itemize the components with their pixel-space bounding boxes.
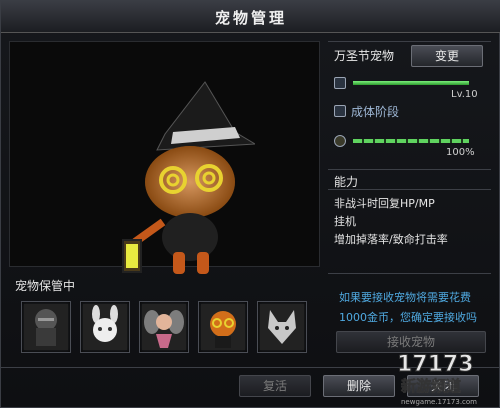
ability-divider bbox=[328, 189, 491, 190]
level-bar-fill bbox=[353, 81, 469, 85]
revive-button[interactable]: 复活 bbox=[239, 375, 311, 397]
watermark-logo: 17173 新游频道 newgame.17173.com bbox=[397, 352, 478, 407]
stamina-bar-fill bbox=[353, 139, 469, 143]
stamina-text: 100% bbox=[446, 147, 475, 158]
pet-slot-fairy[interactable] bbox=[139, 301, 189, 353]
stage-icon bbox=[334, 105, 346, 117]
white-rabbit-icon bbox=[83, 304, 127, 350]
pet-management-window: 宠物管理 宠物保管中 万圣节宠物 变更 Lv.10 成体阶段 100% 能力 非… bbox=[0, 0, 500, 408]
ability-title: 能力 bbox=[334, 175, 359, 189]
ability-line: 增加掉落率/致命打击率 bbox=[334, 233, 448, 246]
halloween-pet-figure bbox=[122, 81, 255, 274]
ability-line: 非战斗时回复HP/MP bbox=[334, 197, 435, 210]
receive-info-line2: 1000金币，您确定要接收吗 bbox=[339, 311, 477, 324]
panel-top-border bbox=[328, 41, 491, 42]
watermark-subtitle: 新游频道 bbox=[401, 377, 461, 395]
pet-slot-pumpkin[interactable] bbox=[198, 301, 248, 353]
fairy-icon bbox=[142, 304, 186, 350]
armored-knight-icon bbox=[24, 304, 68, 350]
pet-name: 万圣节宠物 bbox=[334, 49, 395, 63]
stamina-icon bbox=[334, 135, 346, 147]
growth-stage-text: 成体阶段 bbox=[351, 105, 400, 119]
level-bar bbox=[353, 81, 469, 85]
storage-label: 宠物保管中 bbox=[15, 279, 76, 293]
level-text: Lv.10 bbox=[451, 89, 478, 100]
pet-slot-fox[interactable] bbox=[257, 301, 307, 353]
pet-viewer[interactable] bbox=[9, 41, 320, 274]
silver-fox-icon bbox=[260, 304, 304, 350]
stamina-bar bbox=[353, 139, 469, 143]
watermark-url: newgame.17173.com bbox=[401, 398, 477, 406]
change-pet-button[interactable]: 变更 bbox=[411, 45, 483, 67]
titlebar: 宠物管理 bbox=[1, 1, 500, 33]
ability-line: 挂机 bbox=[334, 215, 356, 228]
pet-slot-knight[interactable] bbox=[21, 301, 71, 353]
window-title: 宠物管理 bbox=[214, 9, 287, 27]
receive-divider bbox=[328, 273, 491, 274]
watermark-brand: 17173 bbox=[397, 352, 474, 377]
level-icon bbox=[334, 77, 346, 89]
delete-button[interactable]: 删除 bbox=[323, 375, 395, 397]
receive-info-line1: 如果要接收宠物将需要花费 bbox=[339, 291, 471, 304]
pumpkin-icon bbox=[201, 304, 245, 350]
pet-slot-rabbit[interactable] bbox=[80, 301, 130, 353]
